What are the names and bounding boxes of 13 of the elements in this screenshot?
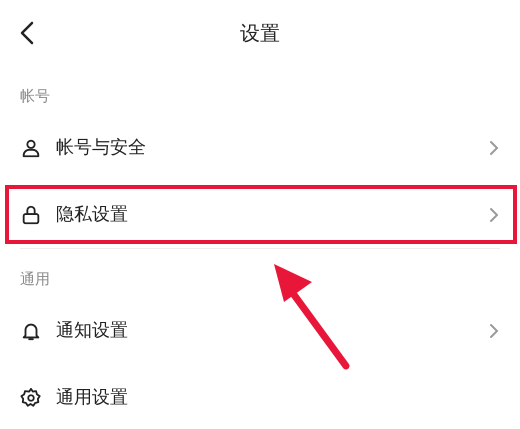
gear-icon <box>20 386 42 408</box>
row-label: 帐号与安全 <box>56 136 147 160</box>
row-label: 通用设置 <box>56 386 129 410</box>
settings-row[interactable]: 通知设置 <box>20 297 500 364</box>
page-title: 设置 <box>240 20 280 47</box>
settings-row[interactable]: 隐私设置 <box>20 181 500 248</box>
lock-icon <box>20 204 42 226</box>
settings-row[interactable]: 帐号与安全 <box>20 114 500 181</box>
settings-row[interactable]: 通用设置 <box>20 364 500 429</box>
section-label: 通用 <box>20 270 50 288</box>
row-label: 通知设置 <box>56 319 129 343</box>
row-label: 隐私设置 <box>56 203 129 227</box>
section-label: 帐号 <box>20 87 50 105</box>
